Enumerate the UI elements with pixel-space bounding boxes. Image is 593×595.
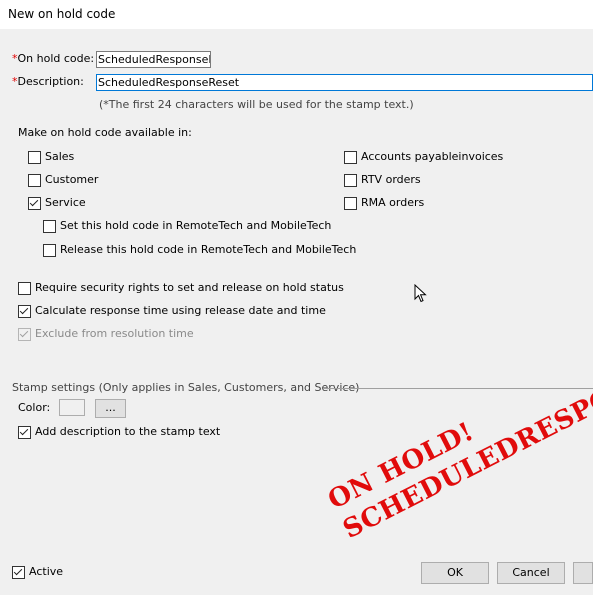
response-time-checkbox[interactable] xyxy=(18,305,31,318)
set-remotetech-label: Set this hold code in RemoteTech and Mob… xyxy=(60,219,332,232)
release-remotetech-checkbox[interactable] xyxy=(43,244,56,257)
title-bar: New on hold code xyxy=(0,0,593,29)
rma-orders-label: RMA orders xyxy=(361,196,425,209)
add-description-label: Add description to the stamp text xyxy=(35,425,221,438)
active-checkbox[interactable] xyxy=(12,566,25,579)
color-label: Color: xyxy=(18,401,51,414)
description-label: *Description: xyxy=(12,75,84,88)
rma-orders-checkbox[interactable] xyxy=(344,197,357,210)
window-title: New on hold code xyxy=(8,7,116,21)
customer-checkbox[interactable] xyxy=(28,174,41,187)
security-rights-checkbox[interactable] xyxy=(18,282,31,295)
stamp-text-hint: (*The first 24 characters will be used f… xyxy=(99,98,414,111)
ok-button[interactable]: OK xyxy=(421,562,489,584)
cancel-button[interactable]: Cancel xyxy=(497,562,565,584)
service-label: Service xyxy=(45,196,86,209)
rtv-orders-checkbox[interactable] xyxy=(344,174,357,187)
sales-label: Sales xyxy=(45,150,75,163)
active-label: Active xyxy=(29,565,64,578)
release-remotetech-label: Release this hold code in RemoteTech and… xyxy=(60,243,357,256)
set-remotetech-checkbox[interactable] xyxy=(43,220,56,233)
exclude-resolution-checkbox xyxy=(18,328,31,341)
ap-invoices-label: Accounts payableinvoices xyxy=(361,150,504,163)
add-description-checkbox[interactable] xyxy=(18,426,31,439)
response-time-label: Calculate response time using release da… xyxy=(35,304,326,317)
rtv-orders-label: RTV orders xyxy=(361,173,421,186)
mouse-pointer-icon xyxy=(414,284,427,303)
extra-button[interactable] xyxy=(573,562,593,584)
description-input[interactable]: ScheduledResponseReset xyxy=(96,74,593,91)
sales-checkbox[interactable] xyxy=(28,151,41,164)
availability-heading: Make on hold code available in: xyxy=(18,126,192,139)
color-swatch[interactable] xyxy=(59,399,85,416)
service-checkbox[interactable] xyxy=(28,197,41,210)
customer-label: Customer xyxy=(45,173,99,186)
on-hold-code-input[interactable]: ScheduledResponseRes xyxy=(96,51,211,68)
stamp-settings-heading: Stamp settings (Only applies in Sales, C… xyxy=(12,381,360,394)
on-hold-code-label: *On hold code: xyxy=(12,52,95,65)
ap-invoices-checkbox[interactable] xyxy=(344,151,357,164)
security-rights-label: Require security rights to set and relea… xyxy=(35,281,344,294)
color-picker-button[interactable]: ... xyxy=(95,399,126,418)
exclude-resolution-label: Exclude from resolution time xyxy=(35,327,194,340)
